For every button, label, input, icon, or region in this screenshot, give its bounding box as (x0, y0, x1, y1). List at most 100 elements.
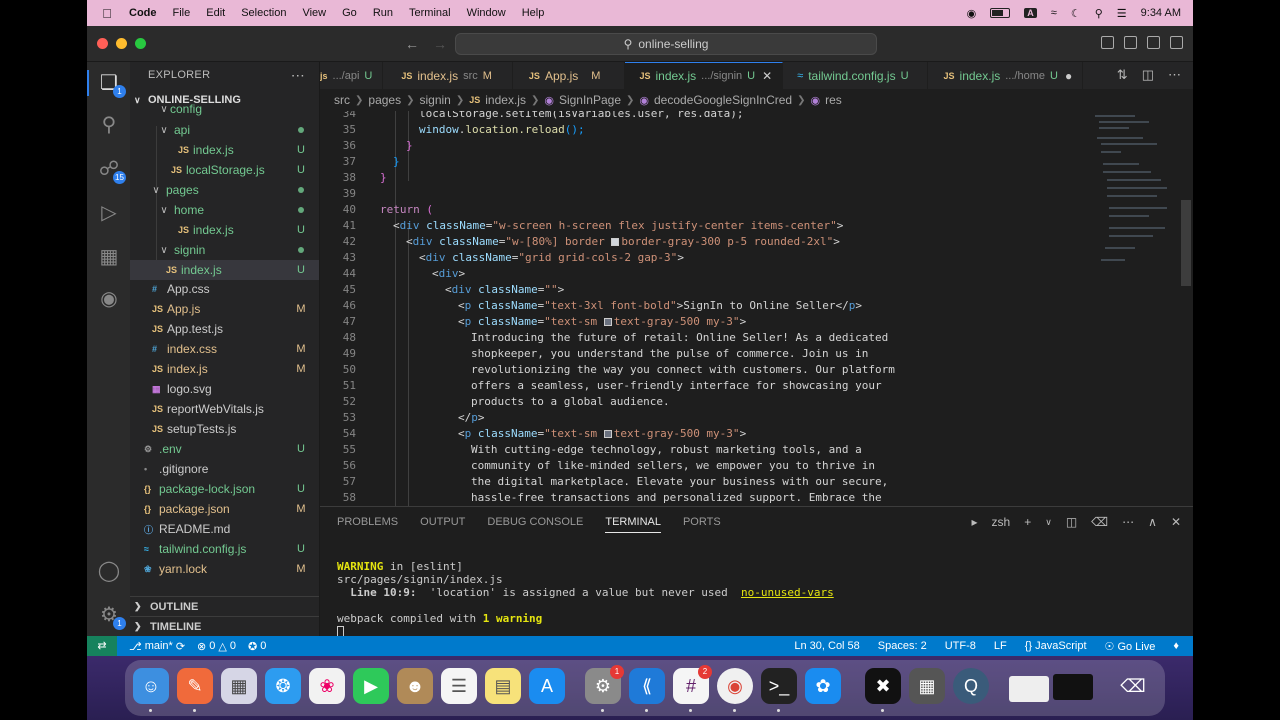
tab-debug-console[interactable]: DEBUG CONSOLE (487, 516, 583, 528)
notifications-bell-icon[interactable]: ♦ (1173, 640, 1179, 653)
ports-indicator[interactable]: ✪ 0 (248, 640, 266, 653)
breadcrumb-file[interactable]: index.js (485, 93, 526, 107)
encoding[interactable]: UTF-8 (945, 640, 976, 653)
finder-icon[interactable]: ☺ (133, 668, 169, 704)
app-store-icon[interactable]: A (529, 668, 565, 704)
cursor-position[interactable]: Ln 30, Col 58 (794, 640, 859, 653)
breadcrumb-component[interactable]: SignInPage (559, 93, 621, 107)
menu-file[interactable]: File (173, 7, 191, 19)
tree-file-readme[interactable]: ⓘ README.md (130, 519, 319, 539)
forward-arrow-icon[interactable]: → (433, 36, 447, 52)
remote-indicator-icon[interactable]: ⇄ (87, 636, 117, 656)
tree-file-reportwebvitals[interactable]: JS reportWebVitals.js (130, 399, 319, 419)
battery-icon[interactable] (990, 8, 1011, 18)
breadcrumb-function[interactable]: decodeGoogleSignInCred (654, 93, 792, 107)
menu-run[interactable]: Run (373, 7, 393, 19)
tree-folder-config[interactable]: ∨ config (130, 102, 319, 116)
tab-ports[interactable]: PORTS (683, 516, 721, 528)
vscode-icon[interactable]: ⟪ (629, 668, 665, 704)
indentation[interactable]: Spaces: 2 (878, 640, 927, 653)
quicktime-icon[interactable]: Q (953, 668, 989, 704)
tab-output[interactable]: OUTPUT (420, 516, 465, 528)
tree-file-env[interactable]: ⚙ .env U (130, 439, 319, 459)
tree-folder-home[interactable]: ∨ home (130, 200, 319, 220)
tab-src-index[interactable]: JS index.js src M (383, 62, 513, 89)
safari-icon[interactable]: ❂ (265, 668, 301, 704)
explorer-icon[interactable]: ❏ 1 (96, 70, 126, 98)
notes-icon[interactable]: ▤ (485, 668, 521, 704)
facetime-icon[interactable]: ▶ (353, 668, 389, 704)
toggle-secondary-sidebar-icon[interactable] (1147, 36, 1160, 49)
toggle-panel-icon[interactable] (1124, 36, 1137, 49)
photos-icon[interactable]: ❀ (309, 668, 345, 704)
tree-folder-api[interactable]: ∨ api (130, 120, 319, 140)
breadcrumb-signin[interactable]: signin (419, 93, 450, 107)
code-editor[interactable]: 34 localStorage.setItem(isVariables.user,… (320, 111, 1193, 506)
run-debug-icon[interactable]: ▷ (96, 200, 122, 226)
account-icon[interactable]: ◯ (96, 558, 122, 584)
search-icon[interactable]: ⚲ (96, 112, 122, 138)
launchpad-icon[interactable]: ▦ (221, 668, 257, 704)
contacts-icon[interactable]: ☻ (397, 668, 433, 704)
color-swatch[interactable] (603, 430, 612, 438)
capcut-icon[interactable]: ✖ (865, 668, 901, 704)
close-panel-icon[interactable]: ✕ (1171, 515, 1181, 529)
tree-file-package-json[interactable]: {} package.json M (130, 499, 319, 519)
close-window-button[interactable] (97, 38, 108, 49)
split-terminal-icon[interactable]: ◫ (1066, 515, 1077, 529)
zoom-window-button[interactable] (135, 38, 146, 49)
customize-layout-icon[interactable] (1170, 36, 1183, 49)
tab-terminal[interactable]: TERMINAL (605, 511, 661, 533)
calculator-icon[interactable]: ▦ (909, 668, 945, 704)
trash-icon[interactable]: ⌫ (1115, 668, 1151, 704)
tree-folder-signin[interactable]: ∨ signin (130, 240, 319, 260)
chevron-down-icon[interactable]: ∨ (1045, 517, 1052, 528)
menu-window[interactable]: Window (467, 7, 506, 19)
system-settings-icon[interactable]: ⚙ 1 (585, 665, 624, 704)
tab-signin-index[interactable]: JS index.js .../signin U ✕ (625, 62, 784, 89)
tab-tailwind-config[interactable]: ≈ tailwind.config.js U (783, 62, 928, 89)
tree-file-app-js[interactable]: JS App.js M (130, 299, 319, 319)
split-editor-icon[interactable]: ◫ (1142, 67, 1154, 83)
new-terminal-icon[interactable]: + (1024, 515, 1031, 529)
color-swatch[interactable] (603, 318, 612, 326)
recent-window-thumbnail[interactable] (1009, 676, 1049, 702)
tree-file-api-index[interactable]: JS index.js U (130, 140, 319, 160)
tree-folder-pages[interactable]: ∨ pages (130, 180, 319, 200)
source-control-icon[interactable]: ☍ 15 (96, 156, 126, 184)
more-actions-icon[interactable]: ⋯ (1168, 67, 1181, 83)
slack-icon[interactable]: #2 (673, 665, 712, 704)
close-tab-icon[interactable]: ✕ (762, 69, 772, 83)
back-arrow-icon[interactable]: ← (405, 36, 419, 52)
breadcrumb-variable[interactable]: res (825, 93, 842, 107)
xcode-icon[interactable]: ✿ (805, 668, 841, 704)
tree-file-app-css[interactable]: # App.css (130, 279, 319, 299)
maximize-panel-icon[interactable]: ∧ (1148, 515, 1157, 529)
more-actions-icon[interactable]: ⋯ (291, 67, 305, 84)
open-changes-icon[interactable]: ⇅ (1117, 67, 1128, 83)
more-actions-icon[interactable]: ⋯ (1122, 515, 1134, 529)
menu-help[interactable]: Help (522, 7, 545, 19)
github-icon[interactable]: ◉ (96, 286, 122, 312)
menu-terminal[interactable]: Terminal (409, 7, 451, 19)
tab-problems[interactable]: PROBLEMS (337, 516, 398, 528)
branch-indicator[interactable]: ⎇ main* ⟳ (129, 640, 185, 653)
menu-go[interactable]: Go (342, 7, 357, 19)
breadcrumb-src[interactable]: src (334, 93, 350, 107)
tree-file-logo-svg[interactable]: ▦ logo.svg (130, 379, 319, 399)
tree-file-localstorage[interactable]: JS localStorage.js U (130, 160, 319, 180)
menu-app-name[interactable]: Code (129, 7, 157, 19)
settings-gear-icon[interactable]: ⚙ 1 (96, 602, 126, 630)
tree-file-index-js[interactable]: JS index.js M (130, 359, 319, 379)
outline-section[interactable]: ❯ OUTLINE (130, 596, 319, 616)
terminal-output[interactable]: WARNING in [eslint] src/pages/signin/ind… (337, 547, 834, 638)
trash-icon[interactable]: ⌫ (1091, 515, 1108, 529)
input-source-icon[interactable]: A (1024, 8, 1037, 18)
minimap[interactable] (1093, 111, 1175, 281)
recent-window-thumbnail[interactable] (1053, 674, 1093, 700)
tree-file-index-css[interactable]: # index.css M (130, 339, 319, 359)
tab-api-index[interactable]: js .../api U (320, 62, 384, 89)
terminal-shell-label[interactable]: zsh (992, 515, 1011, 529)
color-swatch[interactable] (611, 238, 620, 246)
terminal-app-icon[interactable]: >_ (761, 668, 797, 704)
